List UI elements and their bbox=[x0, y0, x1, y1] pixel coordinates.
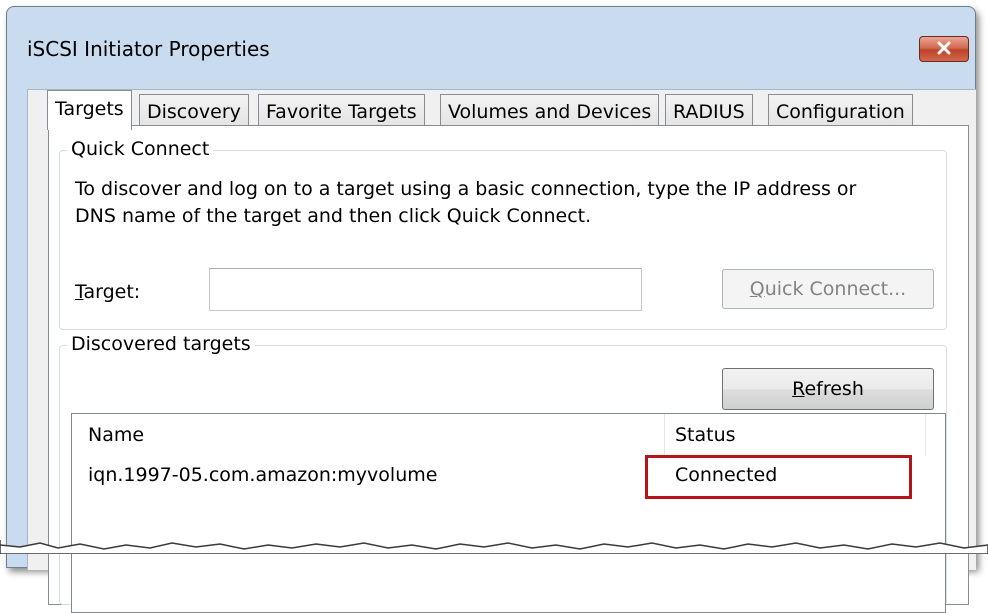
refresh-button[interactable]: Refresh bbox=[722, 368, 934, 410]
quick-connect-button[interactable]: Quick Connect... bbox=[722, 269, 934, 309]
column-header-status[interactable]: Status bbox=[665, 414, 925, 456]
torn-edge-decoration bbox=[0, 540, 988, 554]
targets-tab-page: Quick Connect To discover and log on to … bbox=[48, 125, 969, 613]
discovered-targets-group-label: Discovered targets bbox=[67, 333, 255, 355]
tab-discovery[interactable]: Discovery bbox=[139, 94, 249, 128]
tab-favorite-targets[interactable]: Favorite Targets bbox=[258, 94, 425, 128]
quick-connect-description-line1: To discover and log on to a target using… bbox=[75, 178, 857, 200]
group-label-accel: g bbox=[209, 333, 222, 355]
tab-label: Volumes and Devices bbox=[448, 101, 652, 123]
tab-radius[interactable]: RADIUS bbox=[665, 94, 753, 128]
quick-connect-button-accel: Q bbox=[749, 278, 765, 300]
group-label-post: ets bbox=[221, 333, 251, 355]
tab-label: Favorite Targets bbox=[266, 101, 417, 123]
column-separator[interactable] bbox=[925, 414, 926, 456]
refresh-button-accel: R bbox=[792, 378, 805, 400]
tab-volumes-and-devices[interactable]: Volumes and Devices bbox=[440, 94, 660, 128]
tab-label: Configuration bbox=[776, 101, 905, 123]
tab-targets[interactable]: Targets bbox=[47, 90, 132, 130]
status-highlight-box bbox=[645, 455, 912, 499]
tab-configuration[interactable]: Configuration bbox=[768, 94, 913, 128]
window-title: iSCSI Initiator Properties bbox=[27, 37, 270, 61]
target-label-rest: arget: bbox=[83, 281, 141, 303]
dialog-window: iSCSI Initiator Properties Targets Disco… bbox=[6, 6, 976, 613]
row-target-name: iqn.1997-05.com.amazon:myvolume bbox=[88, 464, 438, 486]
discovered-targets-list[interactable]: Name Status iqn.1997-05.com.amazon:myvol… bbox=[71, 413, 946, 613]
tab-label: Targets bbox=[55, 98, 124, 120]
quick-connect-group-label: Quick Connect bbox=[67, 138, 214, 160]
dialog-client-area: Targets Discovery Favorite Targets Volum… bbox=[27, 89, 976, 613]
refresh-button-rest: efresh bbox=[804, 378, 864, 400]
target-input[interactable] bbox=[209, 268, 642, 311]
close-icon bbox=[936, 38, 952, 60]
tab-label: RADIUS bbox=[673, 101, 745, 123]
close-button[interactable] bbox=[919, 36, 969, 62]
column-header-name[interactable]: Name bbox=[72, 414, 664, 456]
tab-label: Discovery bbox=[147, 101, 241, 123]
target-label: Target: bbox=[75, 281, 140, 303]
quick-connect-description-line2: DNS name of the target and then click Qu… bbox=[75, 205, 592, 227]
group-label-pre: Discovered tar bbox=[71, 333, 210, 355]
quick-connect-button-rest: uick Connect... bbox=[764, 278, 907, 300]
